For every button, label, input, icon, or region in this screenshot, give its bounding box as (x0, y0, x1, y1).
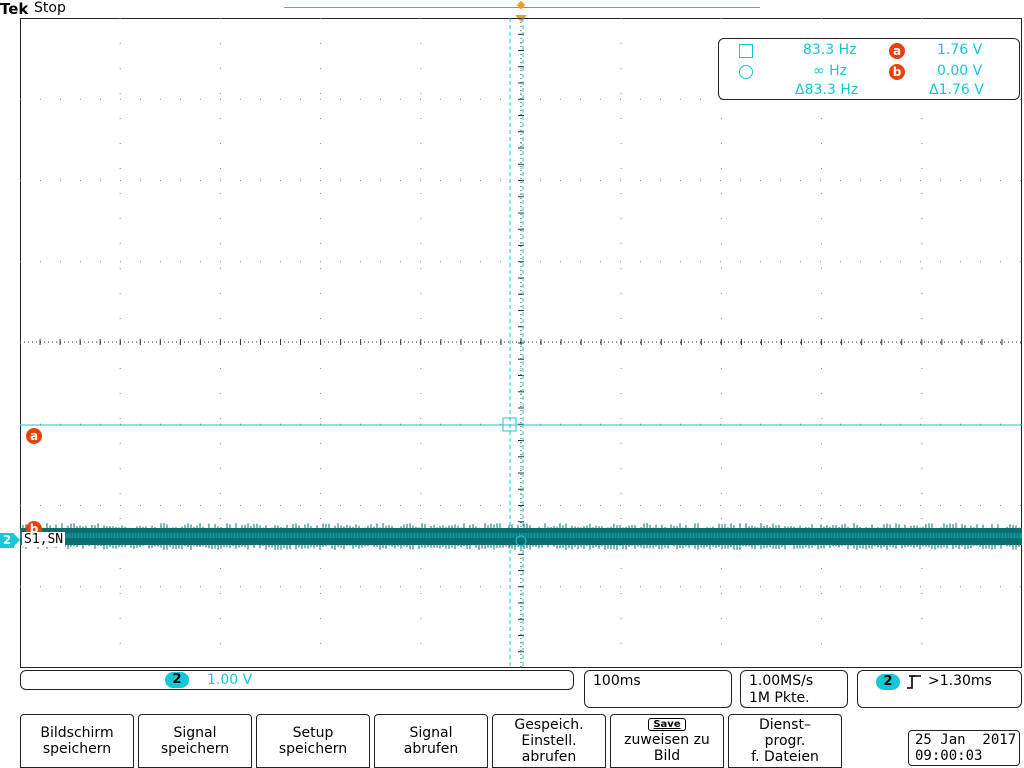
sample-rate: 1.00MS/s (749, 673, 813, 689)
cursor-a-marker[interactable]: a (26, 428, 42, 444)
cursor-freq-2: ∞ Hz (813, 63, 847, 79)
softkey-label: abrufen (522, 749, 577, 765)
acquisition-panel[interactable]: 1.00MS/s 1M Pkte. (740, 670, 848, 708)
softkey-label: Signal (409, 725, 452, 741)
channel-label: S1,SN (22, 532, 65, 547)
cursor-delta-freq: Δ83.3 Hz (795, 82, 858, 98)
cursor-readout-box: 83.3 Hz a 1.76 V ∞ Hz b 0.00 V Δ83.3 Hz … (718, 38, 1020, 100)
cursor-b-icon: b (889, 64, 905, 80)
trigger-panel[interactable]: 2 >1.30ms (857, 670, 1022, 708)
softkey-label: Signal (173, 725, 216, 741)
cursor-delta-volt: Δ1.76 V (929, 82, 984, 98)
softkey-label: abrufen (404, 741, 459, 757)
save-badge-icon: Save (648, 718, 685, 731)
graticule (20, 18, 1022, 668)
softkey-label: Dienst– (759, 717, 811, 733)
vertical-channel-badge: 2 (165, 672, 189, 688)
save-screen-button[interactable]: Bildschirm speichern (20, 714, 134, 768)
softkey-label: speichern (43, 741, 111, 757)
cursor-freq-1: 83.3 Hz (803, 42, 857, 58)
time: 09:00:03 (915, 748, 982, 764)
datetime-panel: 25 Jan 2017 09:00:03 (908, 730, 1020, 766)
softkey-label: Bild (654, 748, 680, 764)
channel-arrow-icon (14, 534, 20, 546)
softkey-label: Gespeich. (514, 717, 583, 733)
cursor-volt-1: 1.76 V (937, 42, 982, 58)
square-cursor-icon (739, 44, 753, 58)
brand-logo: Tek (0, 0, 28, 18)
circle-cursor-icon (739, 65, 753, 79)
softkey-label: Bildschirm (40, 725, 113, 741)
recall-signal-button[interactable]: Signal abrufen (374, 714, 488, 768)
recall-setup-button[interactable]: Gespeich. Einstell. abrufen (492, 714, 606, 768)
softkey-label: f. Dateien (751, 749, 819, 765)
softkey-label: speichern (161, 741, 229, 757)
trigger-level: >1.30ms (928, 673, 992, 689)
softkey-label: speichern (279, 741, 347, 757)
timebase-value: 100ms (593, 673, 641, 689)
cursor-volt-2: 0.00 V (937, 63, 982, 79)
volts-per-div: 1.00 V (207, 672, 252, 688)
softkey-label: progr. (765, 733, 806, 749)
file-utilities-button[interactable]: Dienst– progr. f. Dateien (728, 714, 842, 768)
trigger-channel-badge: 2 (876, 674, 900, 690)
softkey-label: Einstell. (521, 733, 576, 749)
channel-2-ground-marker[interactable]: 2 (0, 533, 14, 548)
date: 25 Jan 2017 (915, 732, 1016, 748)
softkey-label: Setup (293, 725, 334, 741)
timebase-panel[interactable]: 100ms (584, 670, 732, 708)
save-signal-button[interactable]: Signal speichern (138, 714, 252, 768)
softkey-label: zuweisen zu (624, 732, 710, 748)
acquisition-status: Stop (34, 0, 66, 16)
record-length: 1M Pkte. (749, 690, 810, 706)
rising-edge-icon (906, 674, 922, 690)
vertical-scale-panel[interactable]: 2 1.00 V (20, 670, 574, 690)
cursor-a-icon: a (889, 43, 905, 59)
assign-save-button[interactable]: Save zuweisen zu Bild (610, 714, 724, 768)
save-setup-button[interactable]: Setup speichern (256, 714, 370, 768)
